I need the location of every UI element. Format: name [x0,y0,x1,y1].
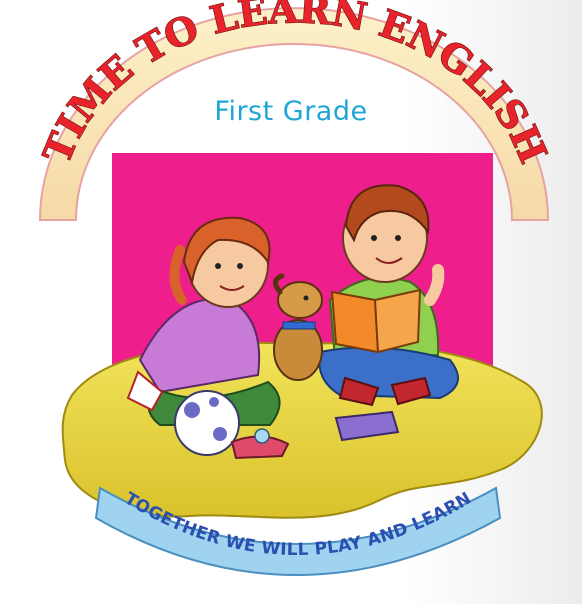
cover-title: TIME TO LEARN ENGLISH [34,0,556,170]
cover-subtitle: First Grade [214,96,368,127]
ball-icon [174,390,240,456]
cover-artwork: TIME TO LEARN ENGLISH TOGETHER WE WILL P… [33,0,557,576]
open-book-icon [330,288,422,354]
dog-figure [273,273,323,381]
